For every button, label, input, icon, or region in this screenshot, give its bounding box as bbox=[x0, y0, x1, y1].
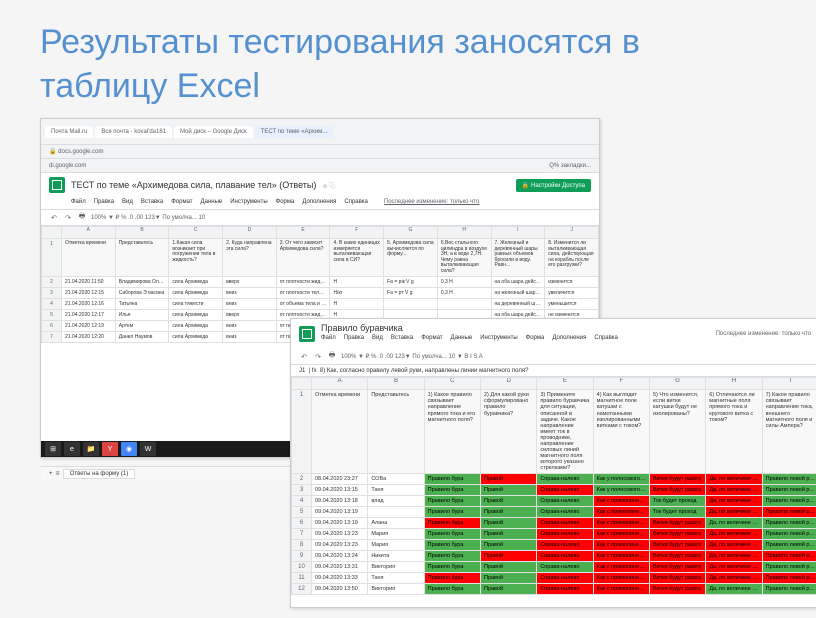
taskbar-app[interactable]: W bbox=[140, 442, 156, 456]
menu-item[interactable]: Формат bbox=[171, 199, 192, 205]
menu-item[interactable]: Данные bbox=[451, 335, 473, 341]
menu-item[interactable]: Дополнения bbox=[552, 335, 586, 341]
browser-tab-bar: Почта Mail.ru Вся почта - koval'da161 Мо… bbox=[41, 119, 599, 145]
menu-item[interactable]: Вставка bbox=[391, 335, 413, 341]
menu-item[interactable]: Вставка bbox=[141, 199, 163, 205]
menu-bar: Файл Правка Вид Вставка Формат Данные Инструме… bbox=[41, 197, 599, 210]
print-icon[interactable]: 🖶 bbox=[77, 213, 87, 223]
toolbar[interactable]: ↶ ↷ 🖶 100% ▼ ₽ % .0 .00 123▼ По умолча..… bbox=[41, 210, 599, 226]
menu-item[interactable]: Вид bbox=[122, 199, 133, 205]
bookmark-text[interactable]: di.google.com bbox=[49, 163, 86, 169]
toolbar-text: 100% ▼ ₽ % .0 .00 123▼ По умолча... 10 ▼… bbox=[341, 353, 483, 360]
menu-item[interactable]: Правка bbox=[94, 199, 114, 205]
last-edit: Последнее изменение: только что bbox=[716, 331, 811, 337]
share-button[interactable]: 🔒 Настройки Доступа bbox=[516, 179, 591, 192]
formula-text: 8) Как, согласно правилу левой руки, нап… bbox=[320, 368, 529, 374]
menu-item[interactable]: Файл bbox=[71, 199, 86, 205]
menu-item[interactable]: Вид bbox=[372, 335, 383, 341]
menu-item[interactable]: Формат bbox=[421, 335, 442, 341]
menu-item[interactable]: Правка bbox=[344, 335, 364, 341]
formula-bar[interactable]: J1 | fx 8) Как, согласно правилу левой р… bbox=[291, 365, 816, 377]
url-bar[interactable]: 🔒 docs.google.com bbox=[41, 145, 599, 159]
star-icon[interactable]: ☆ ⿻ bbox=[322, 181, 335, 190]
sheet-tab[interactable]: Ответы на форму (1) bbox=[63, 469, 136, 479]
document-title[interactable]: Правило буравчика bbox=[321, 323, 626, 333]
menu-item[interactable]: Справка bbox=[344, 199, 368, 205]
start-button[interactable]: ⊞ bbox=[45, 442, 61, 456]
menu-item[interactable]: Дополнения bbox=[302, 199, 336, 205]
slide-title: Результаты тестирования заносятся в табл… bbox=[40, 20, 776, 108]
taskbar-app[interactable]: e bbox=[64, 442, 80, 456]
lock-icon: 🔒 bbox=[49, 148, 56, 155]
menu-bar: Файл Правка Вид Вставка Формат Данные Инструме… bbox=[321, 333, 626, 345]
sheets-logo-icon bbox=[49, 177, 65, 193]
menu-item[interactable]: Данные bbox=[201, 199, 223, 205]
menu-item[interactable]: Инструменты bbox=[230, 199, 267, 205]
toolbar-text: 100% ▼ ₽ % .0 .00 123▼ По умолча... 10 bbox=[91, 214, 205, 221]
add-sheet-icon[interactable]: + bbox=[49, 471, 53, 477]
browser-tab[interactable]: Вся почта - koval'da161 bbox=[95, 126, 172, 138]
bookmark-bar: di.google.com Q% закладки... bbox=[41, 159, 599, 173]
menu-item[interactable]: Форма bbox=[276, 199, 295, 205]
browser-tab[interactable]: ТЕСТ по теме «Архим... bbox=[255, 126, 334, 138]
toolbar[interactable]: ↶ ↷ 🖶 100% ▼ ₽ % .0 .00 123▼ По умолча..… bbox=[291, 349, 816, 365]
spreadsheet-screenshot-2: Правило буравчика Файл Правка Вид Вставка Фо… bbox=[290, 318, 816, 608]
browser-tab[interactable]: Мой диск – Google Диск bbox=[174, 126, 253, 138]
menu-item[interactable]: Инструменты bbox=[480, 335, 517, 341]
all-sheets-icon[interactable]: ≡ bbox=[56, 471, 60, 477]
screenshot-area: Почта Mail.ru Вся почта - koval'da161 Мо… bbox=[40, 118, 776, 618]
taskbar-app[interactable]: ◉ bbox=[121, 442, 137, 456]
sheets-header: ТЕСТ по теме «Архимедова сила, плавание … bbox=[41, 173, 599, 197]
sheets-header: Правило буравчика Файл Правка Вид Вставка Фо… bbox=[291, 319, 816, 349]
browser-tab[interactable]: Почта Mail.ru bbox=[45, 126, 93, 138]
taskbar-app[interactable]: Y bbox=[102, 442, 118, 456]
spreadsheet-grid[interactable]: ABCDEFGHI1Отметка времениПредставьтесь1)… bbox=[291, 377, 816, 595]
undo-icon[interactable]: ↶ bbox=[299, 352, 309, 362]
print-icon[interactable]: 🖶 bbox=[327, 352, 337, 362]
undo-icon[interactable]: ↶ bbox=[49, 213, 59, 223]
redo-icon[interactable]: ↷ bbox=[63, 213, 73, 223]
bookmark-right: Q% закладки... bbox=[549, 163, 591, 169]
url-text: docs.google.com bbox=[58, 149, 103, 155]
menu-item[interactable]: Файл bbox=[321, 335, 336, 341]
document-title[interactable]: ТЕСТ по теме «Архимедова сила, плавание … bbox=[71, 180, 316, 190]
menu-item[interactable]: Справка bbox=[594, 335, 618, 341]
sheets-logo-icon bbox=[299, 326, 315, 342]
taskbar-app[interactable]: 📁 bbox=[83, 442, 99, 456]
redo-icon[interactable]: ↷ bbox=[313, 352, 323, 362]
menu-item[interactable]: Форма bbox=[526, 335, 545, 341]
